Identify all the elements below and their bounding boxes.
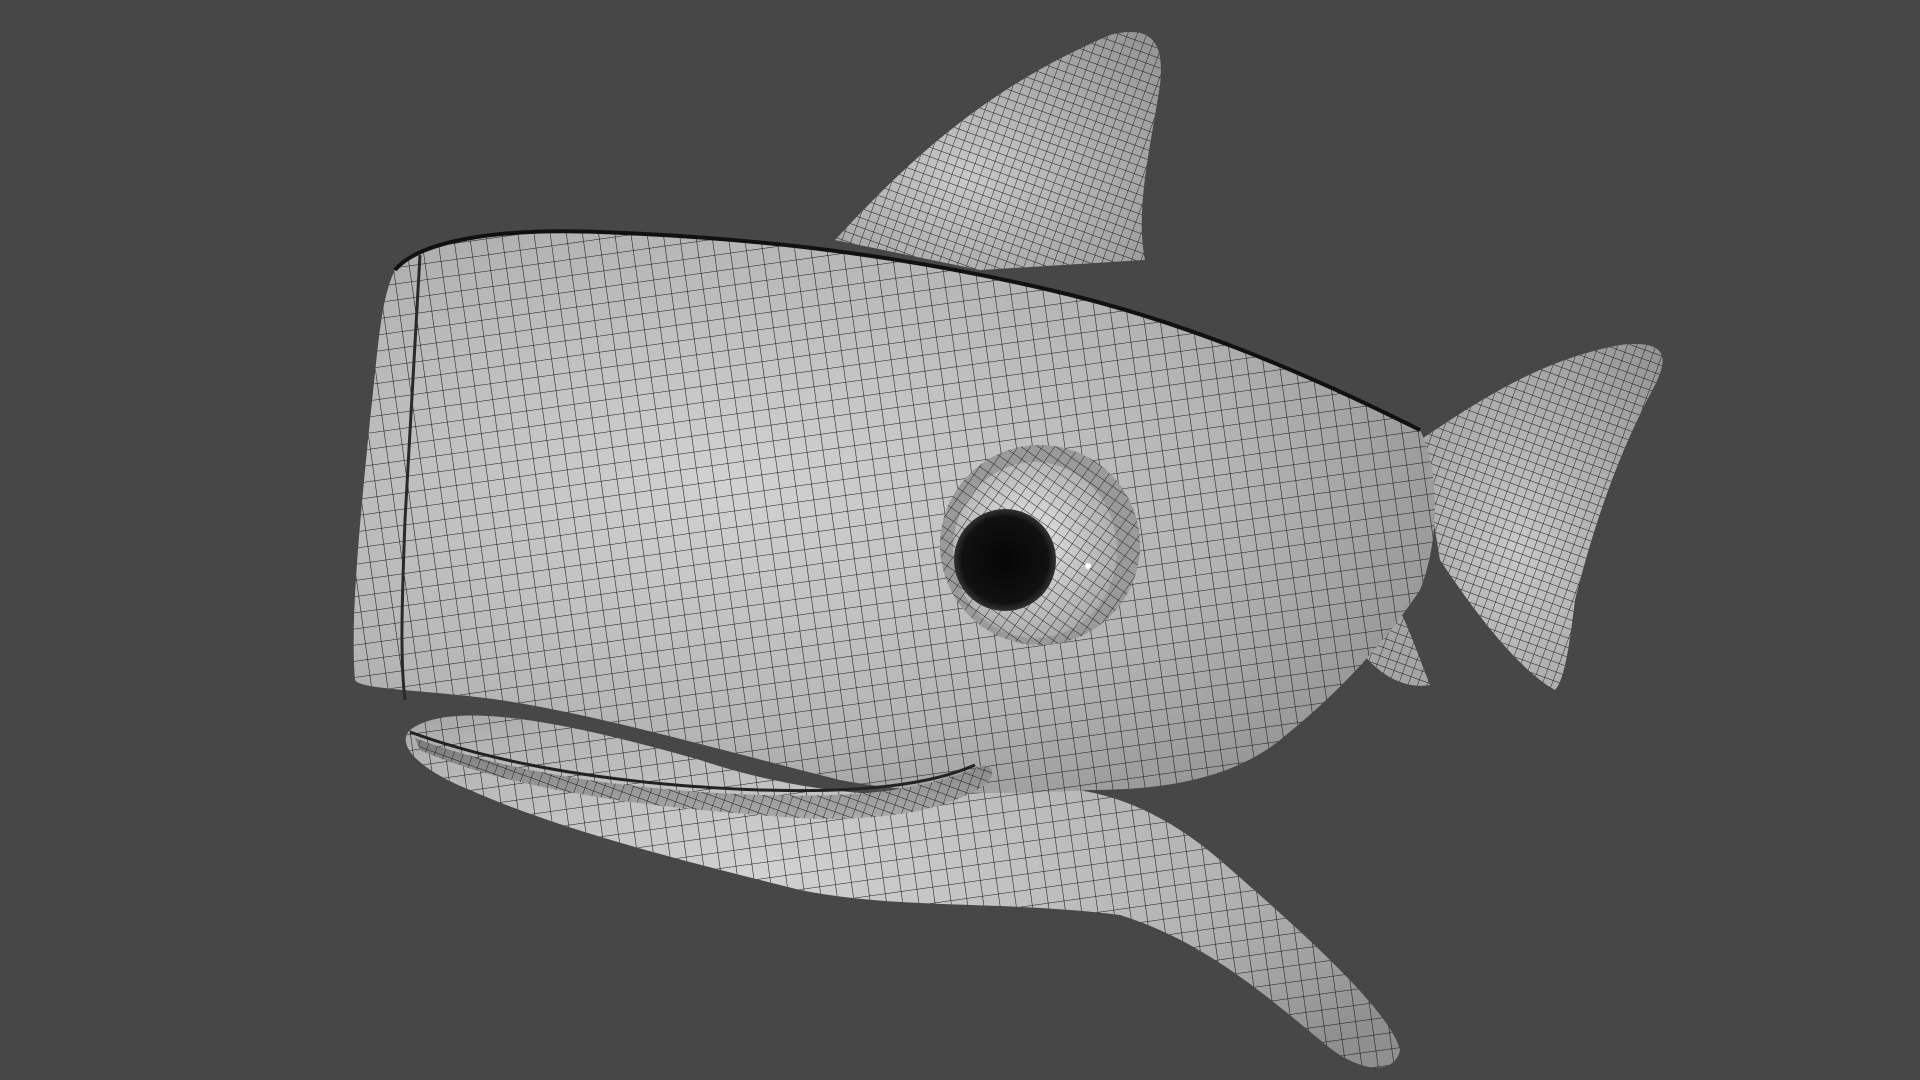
whale-body (353, 229, 1436, 793)
pupil (954, 509, 1056, 611)
eye-highlight (1085, 563, 1091, 569)
eye (940, 445, 1140, 645)
3d-viewport[interactable] (0, 0, 1920, 1080)
whale-render (353, 32, 1663, 1068)
dorsal-fin (835, 32, 1161, 270)
